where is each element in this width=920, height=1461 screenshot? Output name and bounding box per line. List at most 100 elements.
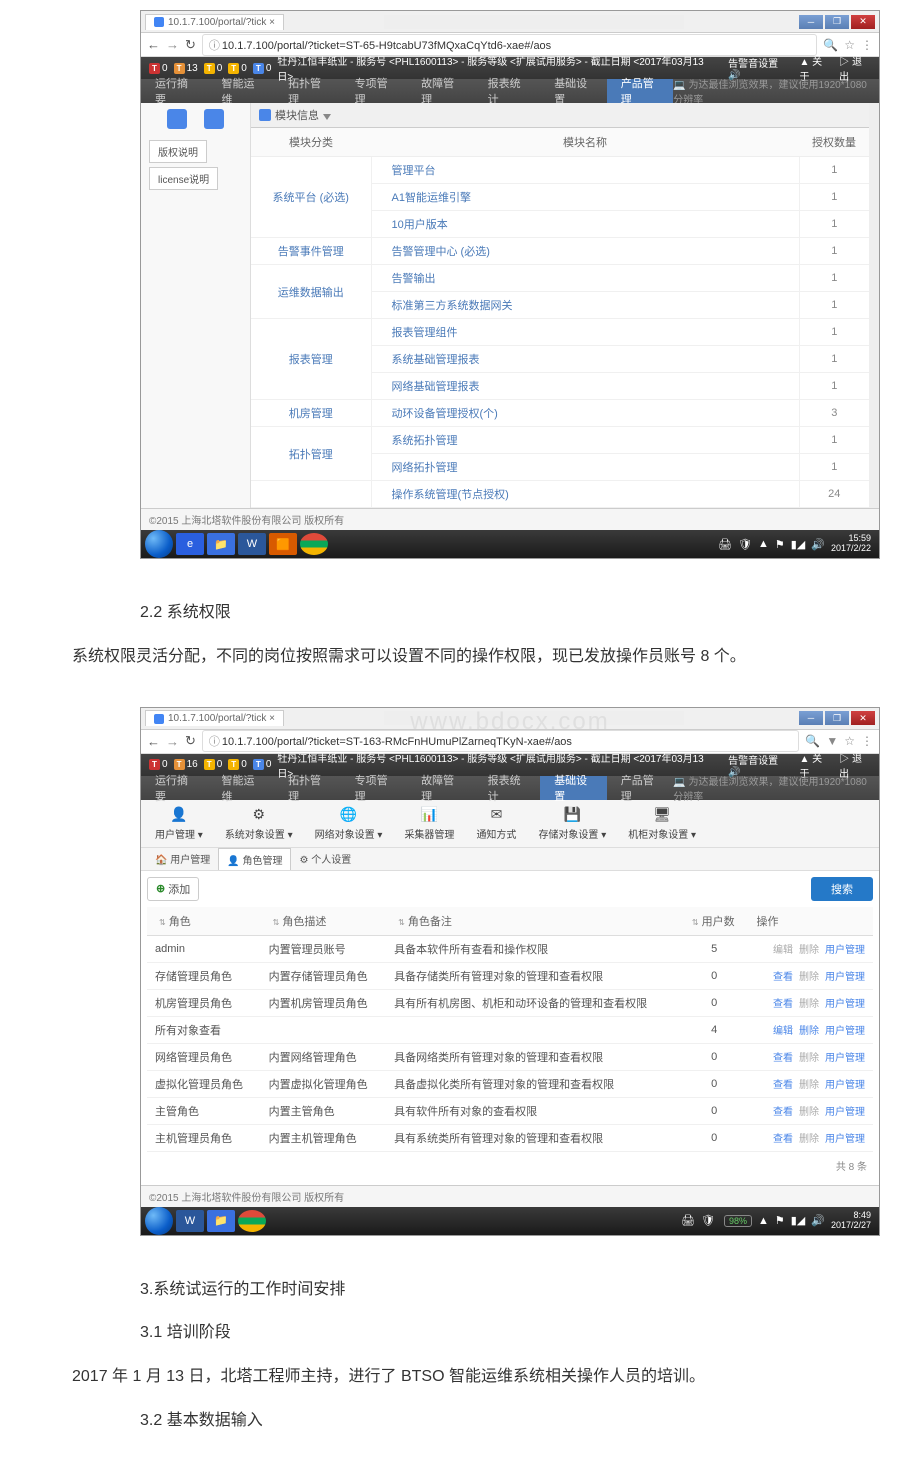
- nav-item[interactable]: 报表统计: [474, 79, 541, 103]
- nav-item[interactable]: 故障管理: [407, 79, 474, 103]
- action-link[interactable]: 用户管理: [825, 972, 865, 983]
- action-link[interactable]: 用户管理: [825, 1026, 865, 1037]
- action-link[interactable]: 用户管理: [825, 1107, 865, 1118]
- action-link[interactable]: 查看: [773, 1134, 793, 1145]
- info-icon[interactable]: ⓘ: [209, 736, 222, 748]
- action-link[interactable]: 删除: [799, 1134, 819, 1145]
- close-icon[interactable]: ✕: [851, 15, 875, 29]
- pinned-app-icon[interactable]: 🟧: [269, 533, 297, 555]
- back-icon[interactable]: ←: [147, 37, 160, 52]
- action-link[interactable]: 查看: [773, 1107, 793, 1118]
- col-header[interactable]: ⇅ 角色: [147, 907, 261, 936]
- tray-printer-icon[interactable]: 🖨: [718, 538, 732, 551]
- forward-icon[interactable]: →: [166, 37, 179, 52]
- browser-tab[interactable]: 10.1.7.100/portal/?tick ×: [145, 14, 284, 30]
- nav-item[interactable]: 拓扑管理: [274, 79, 341, 103]
- nav-item[interactable]: 专项管理: [341, 776, 408, 800]
- action-link[interactable]: 用户管理: [825, 945, 865, 956]
- nav-item[interactable]: 运行摘要: [141, 776, 208, 800]
- bookmark-icon[interactable]: ☆: [844, 734, 855, 748]
- tray-flag-icon[interactable]: ⚑: [775, 1214, 785, 1227]
- browser-tab[interactable]: 10.1.7.100/portal/?tick ×: [145, 710, 284, 726]
- action-link[interactable]: 用户管理: [825, 1134, 865, 1145]
- tray-shield-icon[interactable]: 🛡: [701, 1214, 715, 1227]
- col-header[interactable]: 操作: [748, 907, 873, 936]
- tray-volume-icon[interactable]: 🔊: [811, 1214, 825, 1227]
- clock[interactable]: 15:59 2017/2/22: [831, 534, 875, 554]
- nav-item[interactable]: 智能运维: [208, 776, 275, 800]
- mini-tab[interactable]: 👤 角色管理: [218, 848, 291, 870]
- action-link[interactable]: 用户管理: [825, 1080, 865, 1091]
- restore-icon[interactable]: ❐: [825, 15, 849, 29]
- action-link[interactable]: 用户管理: [825, 1053, 865, 1064]
- start-button[interactable]: [145, 530, 173, 558]
- col-header[interactable]: ⇅ 用户数: [680, 907, 749, 936]
- chrome-icon[interactable]: [238, 1210, 266, 1232]
- action-link[interactable]: 删除: [799, 972, 819, 983]
- action-link[interactable]: 删除: [799, 1080, 819, 1091]
- indicator[interactable]: T0: [149, 63, 168, 74]
- tray-network-icon[interactable]: ▮◢: [791, 538, 806, 551]
- add-button[interactable]: ⊕ 添加: [147, 877, 199, 901]
- clock[interactable]: 8:49 2017/2/27: [831, 1211, 875, 1231]
- col-header[interactable]: ⇅ 角色描述: [261, 907, 387, 936]
- restore-icon[interactable]: ❐: [825, 711, 849, 725]
- tray-expand-icon[interactable]: ▲: [758, 1215, 769, 1227]
- filter-icon[interactable]: ▼: [826, 734, 838, 748]
- reload-icon[interactable]: ↻: [185, 733, 196, 749]
- subnav-item[interactable]: 🖥机柜对象设置 ▾: [622, 804, 702, 843]
- action-link[interactable]: 查看: [773, 999, 793, 1010]
- action-link[interactable]: 删除: [799, 945, 819, 956]
- subnav-item[interactable]: 📊采集器管理: [398, 804, 460, 843]
- back-icon[interactable]: ←: [147, 734, 160, 749]
- ie-icon[interactable]: e: [176, 533, 204, 555]
- action-link[interactable]: 用户管理: [825, 999, 865, 1010]
- tab-copyright[interactable]: 版权说明: [149, 140, 207, 163]
- action-link[interactable]: 删除: [799, 1107, 819, 1118]
- subnav-item[interactable]: 🌐网络对象设置 ▾: [309, 804, 389, 843]
- nav-item[interactable]: 运行摘要: [141, 79, 208, 103]
- info-icon[interactable]: ⓘ: [209, 40, 222, 52]
- nav-item[interactable]: 基础设置: [540, 79, 607, 103]
- indicator[interactable]: T0: [253, 759, 272, 770]
- indicator[interactable]: T0: [204, 63, 223, 74]
- mini-tab[interactable]: 🏠 用户管理: [147, 848, 218, 870]
- subnav-item[interactable]: 👤用户管理 ▾: [149, 804, 209, 843]
- indicator[interactable]: T16: [174, 759, 198, 770]
- subnav-item[interactable]: ⚙系统对象设置 ▾: [219, 804, 299, 843]
- subnav-item[interactable]: ✉通知方式: [470, 804, 522, 843]
- license-icon[interactable]: [167, 109, 187, 129]
- tray-flag-icon[interactable]: ⚑: [775, 538, 785, 551]
- zoom-icon[interactable]: 🔍: [823, 38, 838, 52]
- tray-printer-icon[interactable]: 🖨: [681, 1214, 695, 1227]
- subnav-item[interactable]: 💾存储对象设置 ▾: [532, 804, 612, 843]
- tray-shield-icon[interactable]: 🛡: [738, 538, 752, 551]
- search-button[interactable]: 搜索: [811, 877, 873, 901]
- indicator[interactable]: T13: [174, 63, 198, 74]
- mini-tab[interactable]: ⚙ 个人设置: [291, 848, 359, 870]
- indicator[interactable]: T0: [228, 63, 247, 74]
- action-link[interactable]: 删除: [799, 1026, 819, 1037]
- indicator[interactable]: T0: [228, 759, 247, 770]
- indicator[interactable]: T0: [149, 759, 168, 770]
- forward-icon[interactable]: →: [166, 734, 179, 749]
- tab-license[interactable]: license说明: [149, 167, 218, 190]
- tray-volume-icon[interactable]: 🔊: [811, 538, 825, 551]
- action-link[interactable]: 查看: [773, 1053, 793, 1064]
- menu-icon[interactable]: ⋮: [861, 734, 873, 748]
- explorer-icon[interactable]: 📁: [207, 533, 235, 555]
- indicator[interactable]: T0: [253, 63, 272, 74]
- action-link[interactable]: 查看: [773, 972, 793, 983]
- word-icon[interactable]: W: [176, 1210, 204, 1232]
- close-icon[interactable]: ✕: [851, 711, 875, 725]
- nav-item[interactable]: 产品管理: [607, 79, 674, 103]
- nav-item[interactable]: 报表统计: [474, 776, 541, 800]
- collapse-icon[interactable]: [323, 114, 331, 120]
- nav-item[interactable]: 产品管理: [607, 776, 674, 800]
- col-header[interactable]: ⇅ 角色备注: [386, 907, 680, 936]
- nav-item[interactable]: 基础设置: [540, 776, 607, 800]
- indicator[interactable]: T0: [204, 759, 223, 770]
- nav-item[interactable]: 智能运维: [208, 79, 275, 103]
- battery-indicator[interactable]: 98%: [724, 1215, 752, 1227]
- reload-icon[interactable]: ↻: [185, 37, 196, 53]
